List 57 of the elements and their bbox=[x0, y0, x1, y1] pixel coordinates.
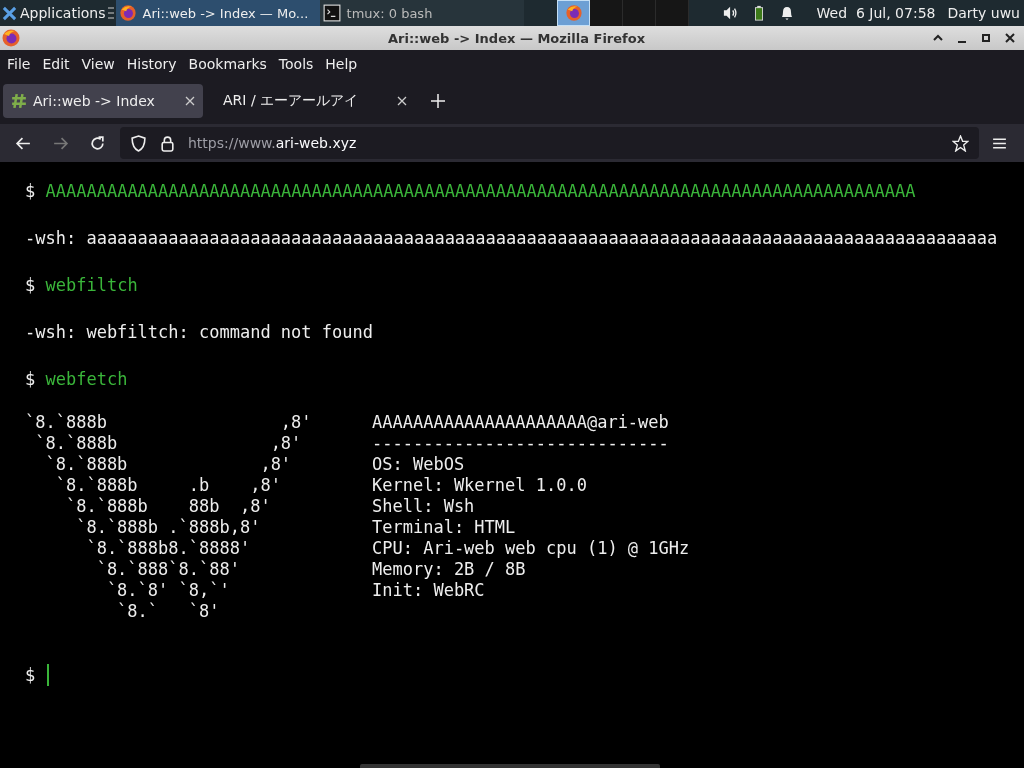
menu-item[interactable]: Tools bbox=[272, 54, 320, 74]
browser-tab[interactable]: Ari::web -> Index bbox=[3, 84, 203, 118]
lock-icon bbox=[159, 134, 176, 152]
firefox-icon bbox=[118, 4, 137, 22]
tab-title: Ari::web -> Index bbox=[33, 93, 156, 109]
maximize-button[interactable] bbox=[980, 32, 992, 44]
firefox-icon bbox=[1, 28, 21, 48]
scroll-handle[interactable] bbox=[360, 764, 660, 768]
menu-item[interactable]: View bbox=[75, 54, 121, 74]
menu-item[interactable]: History bbox=[120, 54, 183, 74]
system-info-line: Shell: Wsh bbox=[372, 496, 476, 517]
clock[interactable]: Wed 6 Jul, 07:58 bbox=[816, 5, 936, 21]
command-text: webfiltch bbox=[45, 275, 138, 295]
address-field[interactable]: https://www.ari-web.xyz bbox=[120, 127, 979, 159]
reload-icon[interactable] bbox=[89, 134, 106, 152]
output-text: -wsh: webfiltch: command not found bbox=[25, 322, 373, 342]
system-info-line: Kernel: Wkernel 1.0.0 bbox=[372, 475, 588, 496]
prompt-sign: $ bbox=[25, 369, 36, 389]
terminal-icon bbox=[322, 4, 341, 22]
user-name[interactable]: Darty uwu bbox=[947, 5, 1020, 21]
prompt-sign: $ bbox=[25, 275, 36, 295]
taskbar-task[interactable]: tmux: 0 bash bbox=[319, 0, 524, 26]
plus-icon[interactable] bbox=[431, 94, 445, 108]
volume-icon[interactable] bbox=[722, 5, 739, 21]
prompt-sign: $ bbox=[25, 181, 36, 201]
close-icon[interactable] bbox=[397, 96, 407, 106]
text-cursor[interactable] bbox=[47, 664, 50, 686]
hash-icon bbox=[11, 93, 27, 109]
firefox-icon bbox=[564, 4, 583, 22]
menu-item[interactable]: Help bbox=[319, 54, 364, 74]
system-info-line: Terminal: HTML bbox=[372, 517, 517, 538]
tab-title: ARI / エーアールアイ bbox=[223, 92, 360, 110]
system-info-line: OS: WebOS bbox=[372, 454, 466, 475]
system-info-line: Memory: 2B / 8B bbox=[372, 559, 527, 580]
command-text: AAAAAAAAAAAAAAAAAAAAAAAAAAAAAAAAAAAAAAAAAAAAAAAAAAAAAAAAAAAAAAAAAAAAAAAAAAAAAAAAAAAAA bbox=[45, 181, 916, 201]
star-icon[interactable] bbox=[952, 134, 969, 152]
window-title: Ari::web -> Index — Mozilla Firefox bbox=[386, 30, 646, 46]
applications-menu[interactable]: Applications bbox=[0, 0, 108, 26]
output-text: -wsh: aaaaaaaaaaaaaaaaaaaaaaaaaaaaaaaaaaaaaaaaaaaaaaaaaaaaaaaaaaaaaaaaaaaaaaaaaaaaaaaaaaaaaaaaa bbox=[25, 228, 998, 248]
system-info-line: ----------------------------- bbox=[372, 433, 670, 454]
taskbar-task[interactable]: Ari::web -> Index — Mo... bbox=[115, 0, 320, 26]
menu-item[interactable]: Bookmarks bbox=[182, 54, 273, 74]
menu-item[interactable]: File bbox=[1, 54, 37, 74]
system-info-line: Init: WebRC bbox=[372, 580, 486, 601]
shield-icon bbox=[130, 134, 147, 152]
close-button[interactable] bbox=[1004, 32, 1016, 44]
handle-icon bbox=[107, 6, 114, 20]
url-text: https://www.ari-web.xyz bbox=[188, 135, 357, 151]
command-text: webfetch bbox=[45, 369, 128, 389]
menu-item[interactable]: Edit bbox=[36, 54, 76, 74]
system-info-line: CPU: Ari-web web cpu (1) @ 1GHz bbox=[372, 538, 690, 559]
system-info-line: AAAAAAAAAAAAAAAAAAAAA@ari-web bbox=[372, 412, 670, 433]
close-icon[interactable] bbox=[185, 96, 195, 106]
ascii-art: `8.`888b ,8' `8.`888b ,8' `8.`888b ,8' `8.`888b .b ,8' `8.`888b 88b ,8' `8.`888b .`888b,8' `8.`888b8.`8888' `8.`888`8.`88' `8.`8' `8,`' `8.` `8' bbox=[25, 412, 313, 623]
x-logo-icon bbox=[2, 5, 17, 21]
prompt-sign: $ bbox=[25, 664, 36, 687]
browser-tab[interactable]: ARI / エーアールアイ bbox=[215, 84, 415, 118]
